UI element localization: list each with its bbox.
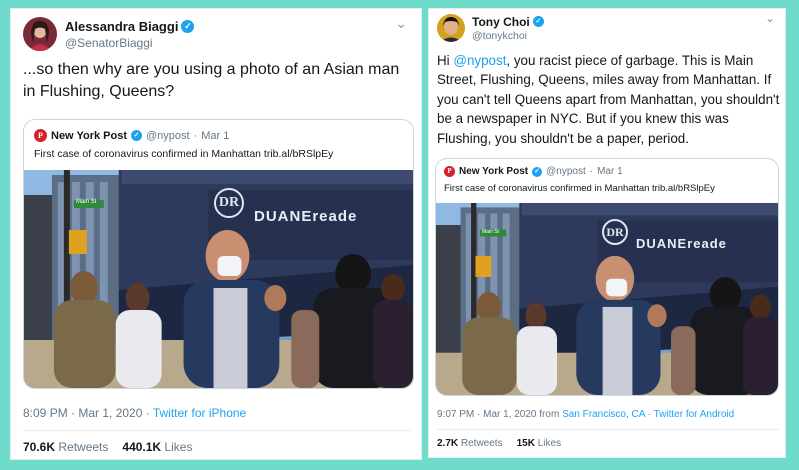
photo-sign-logo: DR: [602, 219, 628, 245]
retweets-stat[interactable]: 2.7K Retweets: [437, 438, 503, 449]
likes-stat[interactable]: 440.1K Likes: [122, 440, 192, 454]
tweet-meta: 8:09 PM · Mar 1, 2020 · Twitter for iPho…: [23, 406, 246, 420]
likes-count: 440.1K: [122, 440, 162, 454]
tweet-source-link[interactable]: Twitter for Android: [654, 409, 735, 420]
avatar[interactable]: [23, 17, 57, 51]
photo-sign-text: DUANEreade: [636, 236, 727, 251]
verified-badge-icon: ✓: [532, 16, 544, 27]
quote-text: First case of coronavirus confirmed in M…: [444, 183, 715, 194]
author-handle[interactable]: @tonykchoi: [472, 30, 544, 42]
avatar[interactable]: [437, 14, 465, 42]
quote-header: P New York Post ✓ @nypost · Mar 1: [34, 129, 229, 142]
retweets-label: Retweets: [458, 438, 503, 449]
author-name[interactable]: Alessandra Biaggi: [65, 19, 178, 34]
photo-sign-text: DUANEreade: [254, 208, 358, 225]
tweet-text: Hi @nypost, you racist piece of garbage.…: [437, 51, 781, 148]
tweet-stats: 2.7K Retweets 15K Likes: [437, 438, 575, 449]
meta-separator: ·: [644, 409, 654, 420]
tweet-card-right[interactable]: Tony Choi ✓ @tonykchoi ⌄ Hi @nypost, you…: [428, 8, 786, 458]
quote-date: Mar 1: [597, 166, 623, 177]
author-handle[interactable]: @SenatorBiaggi: [65, 36, 194, 50]
quote-author-handle: @nypost: [146, 129, 190, 142]
retweets-count: 70.6K: [23, 440, 56, 454]
separator-dot: ·: [589, 166, 594, 177]
quote-date: Mar 1: [201, 129, 230, 142]
quote-author-name: New York Post: [459, 166, 529, 177]
tweet-source-link[interactable]: Twitter for iPhone: [153, 406, 246, 420]
likes-count: 15K: [516, 438, 535, 449]
quoted-tweet[interactable]: P New York Post ✓ @nypost · Mar 1 First …: [23, 119, 414, 389]
likes-label: Likes: [161, 440, 193, 454]
likes-label: Likes: [534, 438, 562, 449]
photo-sign-logo: DR: [214, 188, 244, 218]
quote-header: P New York Post ✓ @nypost · Mar 1: [444, 166, 623, 177]
nypost-logo-icon: P: [444, 166, 455, 177]
nypost-logo-icon: P: [34, 129, 47, 142]
tweet-header: Alessandra Biaggi ✓ @SenatorBiaggi: [23, 17, 195, 51]
separator-dot: ·: [193, 129, 198, 142]
divider: [23, 430, 411, 431]
verified-badge-icon: ✓: [181, 19, 195, 33]
quote-text: First case of coronavirus confirmed in M…: [34, 148, 334, 160]
photo-street-sign: Main St: [76, 199, 97, 205]
tweet-location-link[interactable]: San Francisco, CA: [562, 409, 645, 420]
tweet-timestamp[interactable]: 9:07 PM · Mar 1, 2020 from: [437, 409, 562, 420]
retweets-label: Retweets: [55, 440, 109, 454]
mention-link[interactable]: @nypost: [453, 53, 506, 68]
retweets-count: 2.7K: [437, 438, 459, 449]
verified-badge-icon: ✓: [532, 166, 543, 177]
tweet-text: ...so then why are you using a photo of …: [23, 61, 400, 100]
tweet-stats: 70.6K Retweets 440.1K Likes: [23, 440, 206, 454]
photo-street-sign: Main St: [482, 229, 499, 235]
tweet-timestamp[interactable]: 8:09 PM · Mar 1, 2020 ·: [23, 406, 153, 420]
divider: [437, 429, 779, 430]
quoted-tweet[interactable]: P New York Post ✓ @nypost · Mar 1 First …: [435, 158, 779, 396]
tweet-meta: 9:07 PM · Mar 1, 2020 from San Francisco…: [437, 409, 734, 420]
tweet-header: Tony Choi ✓ @tonykchoi: [437, 14, 544, 42]
quote-photo[interactable]: DR DUANEreade Main St: [24, 170, 413, 388]
chevron-down-icon[interactable]: ⌄: [765, 11, 775, 25]
quote-author-name: New York Post: [51, 129, 128, 142]
tweet-text-prefix: Hi: [437, 53, 454, 68]
quote-author-handle: @nypost: [546, 166, 586, 177]
quote-photo[interactable]: DR DUANEreade Main St: [436, 203, 778, 395]
likes-stat[interactable]: 15K Likes: [517, 438, 561, 449]
author-name[interactable]: Tony Choi: [472, 15, 530, 29]
tweet-card-left[interactable]: Alessandra Biaggi ✓ @SenatorBiaggi ⌄ ...…: [10, 8, 422, 460]
chevron-down-icon[interactable]: ⌄: [395, 15, 407, 32]
retweets-stat[interactable]: 70.6K Retweets: [23, 440, 108, 454]
verified-badge-icon: ✓: [131, 130, 143, 141]
